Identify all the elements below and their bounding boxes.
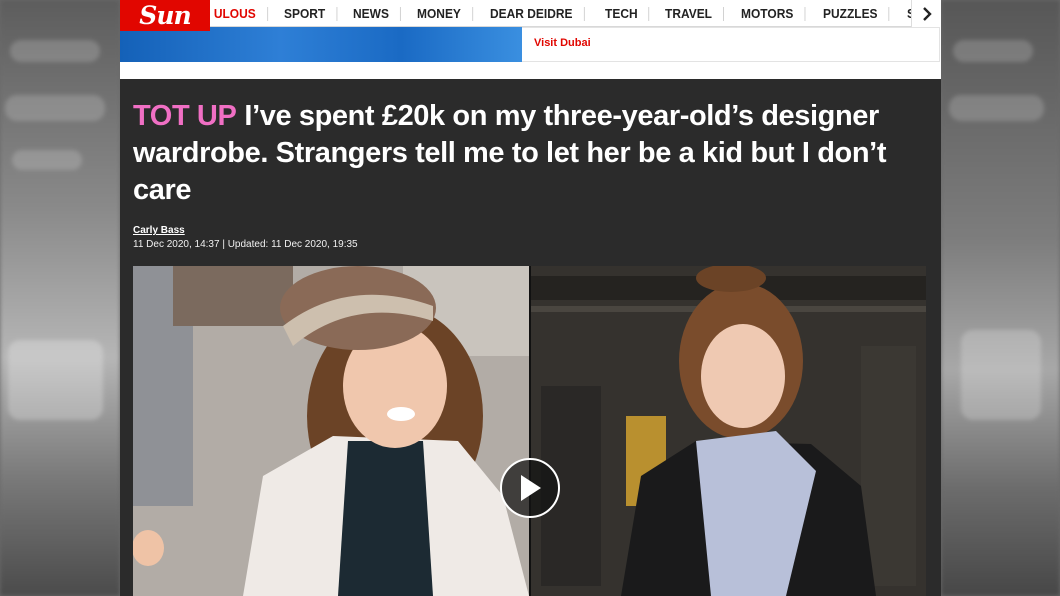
nav-item-dear-deidre[interactable]: DEAR DEIDRE — [479, 6, 585, 21]
photo-girl-white-coat — [133, 266, 529, 596]
headline-text: I’ve spent £20k on my three-year-old’s d… — [133, 100, 887, 206]
photo-girl-leather-jacket-illustration — [531, 266, 926, 596]
publish-dates: 11 Dec 2020, 14:37 | Updated: 11 Dec 202… — [133, 239, 358, 250]
nav-items: ULOUS SPORT NEWS MONEY DEAR DEIDRE TECH … — [212, 0, 941, 27]
blurred-background-left — [0, 0, 120, 596]
headline-kicker: TOT UP — [133, 100, 237, 132]
advert-image — [120, 27, 522, 62]
video-play-button[interactable] — [500, 458, 560, 518]
byline: Carly Bass 11 Dec 2020, 14:37 | Updated:… — [133, 225, 358, 250]
play-icon — [521, 475, 541, 501]
blurred-background-right — [941, 0, 1060, 596]
nav-scroll-next-button[interactable] — [911, 0, 941, 27]
advert-link[interactable]: Visit Dubai — [534, 37, 591, 49]
article-headline: TOT UP I’ve spent £20k on my three-year-o… — [133, 98, 923, 209]
nav-item-travel[interactable]: TRAVEL — [654, 6, 724, 21]
nav-item-motors[interactable]: MOTORS — [730, 6, 806, 21]
sun-logo[interactable]: Sun — [120, 0, 210, 31]
article-video[interactable] — [133, 266, 926, 596]
photo-girl-leather-jacket — [531, 266, 926, 596]
nav-item-news[interactable]: NEWS — [342, 6, 402, 21]
photo-girl-white-coat-illustration — [133, 266, 529, 596]
chevron-right-icon — [922, 6, 932, 21]
nav-item-money[interactable]: MONEY — [406, 6, 474, 21]
advert-banner[interactable]: Visit Dubai — [120, 27, 941, 79]
article-page: Sun ULOUS SPORT NEWS MONEY DEAR DEIDRE T… — [120, 0, 941, 596]
nav-item-puzzles[interactable]: PUZZLES — [812, 6, 890, 21]
nav-item-tech[interactable]: TECH — [594, 6, 650, 21]
top-navigation: Sun ULOUS SPORT NEWS MONEY DEAR DEIDRE T… — [120, 0, 941, 31]
nav-item-sport[interactable]: SPORT — [273, 6, 337, 21]
advert-text-box: Visit Dubai — [522, 27, 940, 62]
nav-item-fabulous[interactable]: ULOUS — [212, 6, 268, 21]
author-link[interactable]: Carly Bass — [133, 225, 358, 236]
